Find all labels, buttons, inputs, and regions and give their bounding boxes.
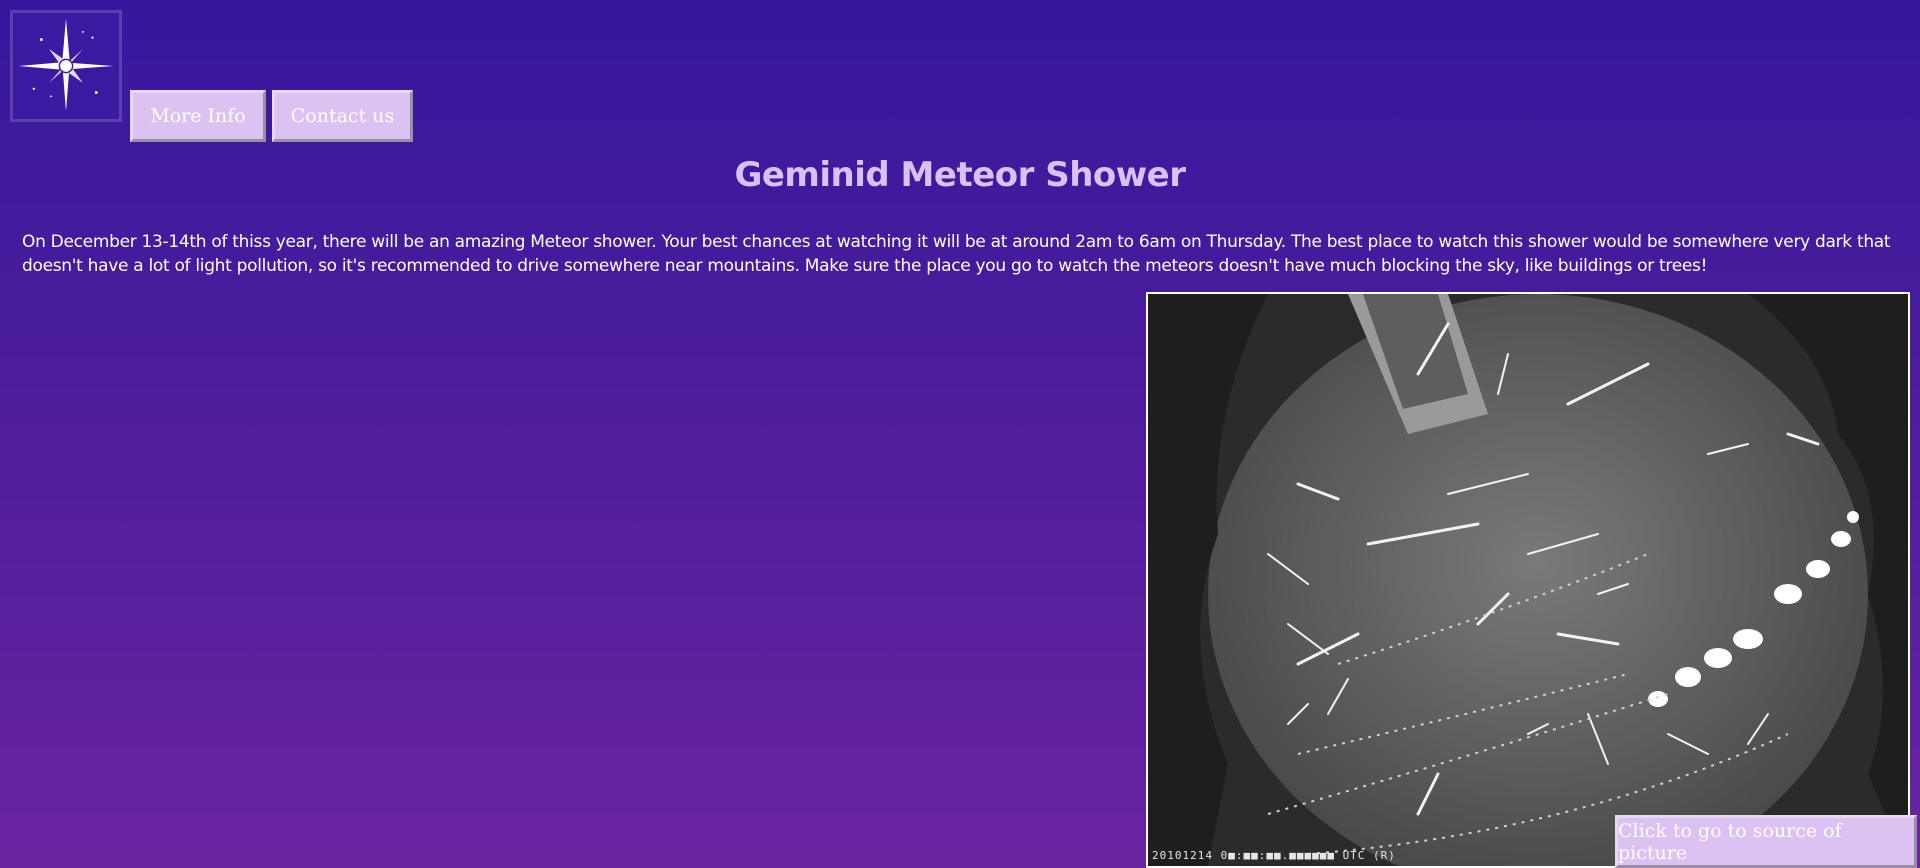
event-description: On December 13-14th of thiss year, there… bbox=[22, 232, 1891, 276]
site-logo[interactable] bbox=[10, 10, 122, 122]
meteor-photo: 20101214 0■:■■:■■.■■■■■■ UTC (R) bbox=[1146, 292, 1910, 868]
contact-us-button[interactable]: Contact us bbox=[272, 90, 413, 142]
all-sky-meteor-image bbox=[1148, 294, 1908, 866]
more-info-button[interactable]: More Info bbox=[130, 90, 266, 142]
page-title: Geminid Meteor Shower bbox=[734, 155, 1186, 195]
picture-source-button[interactable]: Click to go to source of picture bbox=[1615, 815, 1917, 868]
photo-timestamp: 20101214 0■:■■:■■.■■■■■■ UTC (R) bbox=[1152, 849, 1396, 862]
sparkle-star-logo-icon bbox=[13, 13, 119, 119]
